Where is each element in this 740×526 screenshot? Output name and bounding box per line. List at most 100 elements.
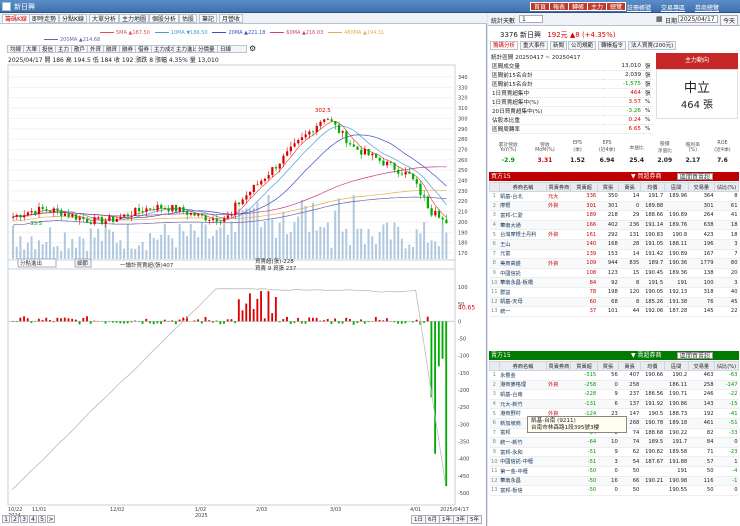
broker-row[interactable]: 11 第一金-中壢 -50 0 50 191 50 -4 bbox=[489, 466, 739, 477]
broker-cell: 318 bbox=[688, 287, 715, 298]
broker-col-head[interactable]: 佔比(%) bbox=[714, 182, 739, 192]
broker-col-head[interactable]: 區間 bbox=[663, 182, 689, 192]
page-5[interactable]: 5 bbox=[38, 515, 46, 523]
broker-tooltip: 凱基-台南 (9211) 台南市林森路1段395號3樓 bbox=[527, 416, 627, 433]
broker-cell bbox=[546, 277, 571, 288]
broker-cell: 12 bbox=[489, 476, 500, 487]
report-button[interactable]: 報表 bbox=[549, 2, 570, 11]
broker-row[interactable]: 12 凱基-天母 60 68 8 185.26 191.38 76 45 bbox=[489, 297, 739, 308]
broker-cell: 137 bbox=[618, 399, 641, 410]
candle-body bbox=[174, 204, 178, 212]
broker-row[interactable]: 13 統一 37 101 44 192.06 187.28 145 22 bbox=[489, 306, 739, 317]
broker-col-head[interactable]: 均價 bbox=[639, 361, 665, 371]
broker-col-head[interactable]: 交易量 bbox=[687, 182, 716, 192]
sub-bar bbox=[297, 317, 300, 322]
sell-filter[interactable]: ▼ 賣超券商 bbox=[631, 351, 662, 360]
broker-cell: 11 bbox=[489, 287, 500, 298]
broker-row[interactable]: 12 華南永昌 -50 16 66 190.21 190.98 116 -1 bbox=[489, 476, 739, 487]
broker-row[interactable]: 2 摩根 外資 301 301 0 189.88 301 61 bbox=[489, 201, 739, 212]
broker-col-head[interactable]: 買賣超 bbox=[570, 182, 598, 192]
candle-body bbox=[63, 213, 67, 216]
page-1[interactable]: 1 bbox=[2, 515, 10, 523]
broker-row[interactable]: 13 富邦-板信 -50 0 50 190.55 50 0 bbox=[489, 485, 739, 496]
broker-row[interactable]: 9 中國信託 108 123 15 190.45 189.36 138 20 bbox=[489, 268, 739, 279]
broker-row[interactable]: 10 中國信託-中壢 -51 3 54 187.67 191.88 57 1 bbox=[489, 456, 739, 467]
page-3[interactable]: 3 bbox=[20, 515, 28, 523]
rtab-news[interactable]: 新聞 bbox=[550, 41, 568, 50]
sub-bar bbox=[345, 317, 348, 322]
broker-row[interactable]: 6 王山 140 168 28 191.05 188.11 196 3 bbox=[489, 239, 739, 250]
broker-row[interactable]: 8 美商高盛 外資 109 944 835 189.7 190.36 1779 80 bbox=[489, 258, 739, 269]
broker-col-head[interactable]: 券商名稱 bbox=[498, 182, 548, 192]
trade-link[interactable]: 交易專區 bbox=[661, 3, 685, 12]
broker-row[interactable]: 3 富邦-仁愛 189 218 29 188.66 190.89 264 41 bbox=[489, 210, 739, 221]
broker-col-head[interactable]: 買賣超 bbox=[570, 361, 598, 371]
broker-row[interactable]: 9 富邦-永和 -51 9 62 190.82 189.58 71 -23 bbox=[489, 447, 739, 458]
main-force-button[interactable]: 主力 bbox=[587, 2, 608, 11]
broker-cell: 13 bbox=[489, 485, 500, 496]
range-3y[interactable]: 3年 bbox=[453, 515, 468, 524]
x-tick: 4/01 bbox=[410, 507, 421, 513]
broker-col-head[interactable]: 買賣券商 bbox=[546, 361, 572, 371]
candle-body bbox=[367, 148, 370, 156]
date-input[interactable]: 2025/04/17 bbox=[678, 15, 718, 23]
broker-row[interactable]: 1 永豐金 -315 56 407 190.66 190.2 463 -63 bbox=[489, 370, 739, 381]
broker-cell: 14 bbox=[618, 191, 641, 202]
rtab-rules[interactable]: 公司規範 bbox=[568, 41, 597, 50]
rtab-transfer[interactable]: 轉帳指令 bbox=[598, 41, 627, 50]
broker-cell: 凱基-天母 bbox=[499, 297, 547, 308]
broker-col-head[interactable]: 均價 bbox=[639, 182, 665, 192]
rtab-chips[interactable]: 籌碼分析 bbox=[490, 41, 519, 50]
range-6m[interactable]: 6月 bbox=[425, 515, 440, 524]
broker-row[interactable]: 4 元大-新竹 -131 6 137 191.92 190.86 143 -15 bbox=[489, 399, 739, 410]
volume-bar bbox=[12, 225, 15, 259]
register-link[interactable]: 註冊帳號 bbox=[627, 3, 651, 12]
broker-col-head[interactable] bbox=[489, 361, 500, 371]
broker-header-row: 券商名稱 買賣券商 買賣超 買張 賣張 均價 區間 交易量 佔比(%) bbox=[489, 361, 739, 371]
candle-body bbox=[26, 212, 30, 216]
broker-cell: 189.58 bbox=[664, 447, 689, 458]
broker-col-head[interactable] bbox=[489, 182, 500, 192]
next-page[interactable]: > bbox=[47, 515, 55, 523]
range-5y[interactable]: 5年 bbox=[467, 515, 482, 524]
rtab-events[interactable]: 重大事件 bbox=[520, 41, 549, 50]
buy-filter[interactable]: ▼ 買超券商 bbox=[631, 172, 662, 181]
broker-col-head[interactable]: 買賣券商 bbox=[546, 182, 572, 192]
broker-row[interactable]: 7 元富 139 153 14 191.42 190.89 167 7 bbox=[489, 249, 739, 260]
page-4[interactable]: 4 bbox=[29, 515, 37, 523]
today-button[interactable]: 今天 bbox=[720, 15, 739, 26]
broker-cell bbox=[546, 447, 571, 458]
sell-select[interactable]: 區間買賣超 bbox=[677, 352, 714, 360]
broker-row[interactable]: 2 港商麥格理 外資 -258 0 258 186.11 258 -147 bbox=[489, 380, 739, 391]
overview-button[interactable]: 總覽 bbox=[606, 2, 627, 11]
broker-col-head[interactable]: 賣張 bbox=[618, 182, 641, 192]
broker-row[interactable]: 8 統一-新竹 -64 10 74 189.5 191.7 84 0 bbox=[489, 437, 739, 448]
broker-row[interactable]: 11 群益 78 198 120 190.05 192.13 318 40 bbox=[489, 287, 739, 298]
broker-row[interactable]: 5 台灣摩根士丹利 外資 161 292 131 190.83 190.8 423 18 bbox=[489, 229, 739, 240]
calendar-icon[interactable]: ▦ bbox=[656, 15, 663, 23]
broker-col-head[interactable]: 區間 bbox=[663, 361, 689, 371]
period-select[interactable]: 1 bbox=[519, 15, 543, 23]
range-1y[interactable]: 1年 bbox=[439, 515, 454, 524]
transfer-button[interactable]: 轉帳 bbox=[568, 2, 589, 11]
broker-link[interactable]: 券商總覽 bbox=[695, 3, 719, 12]
page-2[interactable]: 2 bbox=[11, 515, 19, 523]
broker-col-head[interactable]: 買張 bbox=[596, 182, 620, 192]
sub-bar bbox=[286, 316, 288, 322]
broker-col-head[interactable]: 交易量 bbox=[687, 361, 716, 371]
broker-col-head[interactable]: 券商名稱 bbox=[498, 361, 548, 371]
range-1d[interactable]: 1日 bbox=[411, 515, 426, 524]
volume-bar bbox=[63, 232, 66, 259]
home-button[interactable]: 首頁 bbox=[530, 2, 551, 11]
broker-cell bbox=[640, 466, 665, 477]
broker-row[interactable]: 1 凱基-台北 元大 336 350 14 191.7 189.96 364 8 bbox=[489, 191, 739, 202]
broker-row[interactable]: 4 華南大通 166 402 236 191.14 189.76 638 18 bbox=[489, 220, 739, 231]
broker-row[interactable]: 10 華南永昌-板橋 84 92 8 191.5 191 100 3 bbox=[489, 277, 739, 288]
broker-col-head[interactable]: 買張 bbox=[596, 361, 620, 371]
buy-select[interactable]: 區間買賣超 bbox=[677, 173, 714, 181]
broker-col-head[interactable]: 賣張 bbox=[618, 361, 641, 371]
rtab-institution[interactable]: 法人買賣(200元) bbox=[628, 41, 677, 50]
broker-row[interactable]: 3 凱基-台南 -228 9 237 186.56 190.71 246 -22 bbox=[489, 389, 739, 400]
broker-col-head[interactable]: 佔比(%) bbox=[714, 361, 739, 371]
broker-cell bbox=[546, 306, 571, 317]
